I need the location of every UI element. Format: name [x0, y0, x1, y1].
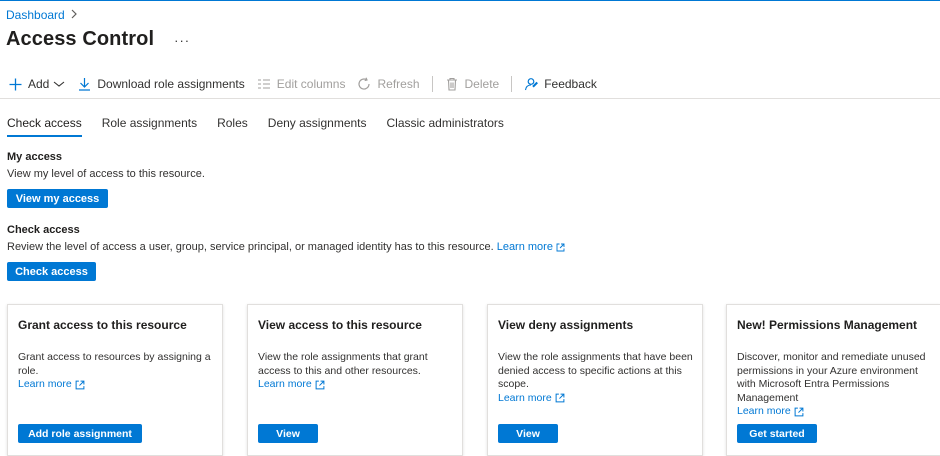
card-learn-more-link[interactable]: Learn more: [258, 378, 325, 392]
card-body: Discover, monitor and remediate unused p…: [737, 351, 933, 419]
learn-more-label: Learn more: [258, 378, 312, 390]
add-role-assignment-button[interactable]: Add role assignment: [18, 424, 142, 443]
edit-columns-button[interactable]: Edit columns: [257, 77, 346, 91]
delete-label: Delete: [464, 77, 500, 91]
tab-role-assignments[interactable]: Role assignments: [102, 116, 197, 137]
add-button[interactable]: Add: [8, 77, 65, 91]
view-deny-assignments-button[interactable]: View: [498, 424, 558, 443]
page-title: Access Control: [6, 28, 155, 50]
top-accent-line: [0, 0, 940, 1]
card-grant-access: Grant access to this resource Grant acce…: [7, 304, 223, 456]
card-learn-more-link[interactable]: Learn more: [18, 378, 85, 392]
download-icon: [77, 77, 91, 91]
more-options-button[interactable]: ···: [174, 33, 190, 48]
card-title: View access to this resource: [258, 318, 422, 332]
trash-icon: [445, 77, 459, 91]
toolbar-divider: [511, 76, 513, 92]
download-role-assignments-button[interactable]: Download role assignments: [77, 77, 245, 91]
card-permissions-management: New! Permissions Management Discover, mo…: [726, 304, 940, 456]
external-link-icon: [315, 380, 325, 390]
card-body: View the role assignments that grant acc…: [258, 351, 454, 392]
card-body: View the role assignments that have been…: [498, 351, 694, 405]
columns-icon: [257, 77, 271, 91]
download-label: Download role assignments: [97, 77, 245, 91]
check-access-title: Check access: [7, 224, 80, 236]
refresh-icon: [357, 77, 371, 91]
learn-more-label: Learn more: [737, 405, 791, 417]
view-access-button[interactable]: View: [258, 424, 318, 443]
get-started-button[interactable]: Get started: [737, 424, 817, 443]
my-access-title: My access: [7, 151, 63, 163]
card-body: Grant access to resources by assigning a…: [18, 351, 214, 392]
card-learn-more-link[interactable]: Learn more: [737, 405, 804, 419]
view-my-access-button[interactable]: View my access: [7, 189, 108, 208]
tab-deny-assignments[interactable]: Deny assignments: [268, 116, 367, 137]
plus-icon: [8, 77, 22, 91]
my-access-section: My access View my level of access to thi…: [7, 151, 205, 180]
card-learn-more-link[interactable]: Learn more: [498, 392, 565, 406]
card-title: Grant access to this resource: [18, 318, 187, 332]
breadcrumb: Dashboard: [6, 8, 78, 22]
tab-roles[interactable]: Roles: [217, 116, 248, 137]
card-description: Grant access to resources by assigning a…: [18, 351, 211, 377]
learn-more-label: Learn more: [496, 241, 553, 253]
my-access-desc: View my level of access to this resource…: [7, 168, 205, 180]
card-view-deny-assignments: View deny assignments View the role assi…: [487, 304, 703, 456]
card-title: New! Permissions Management: [737, 318, 918, 332]
add-label: Add: [28, 77, 50, 91]
delete-button[interactable]: Delete: [445, 77, 500, 91]
edit-columns-label: Edit columns: [276, 77, 346, 91]
breadcrumb-dashboard[interactable]: Dashboard: [6, 8, 65, 22]
card-description: View the role assignments that have been…: [498, 351, 693, 390]
check-access-desc-row: Review the level of access a user, group…: [7, 241, 565, 253]
card-description: Discover, monitor and remediate unused p…: [737, 351, 926, 404]
learn-more-label: Learn more: [18, 378, 72, 390]
external-link-icon: [794, 407, 804, 417]
command-bar: Add Download role assignments Edit colum…: [8, 74, 609, 94]
tab-classic-administrators[interactable]: Classic administrators: [387, 116, 504, 137]
feedback-icon: [524, 77, 539, 91]
check-access-section: Check access Review the level of access …: [7, 224, 565, 253]
toolbar-divider: [431, 76, 433, 92]
feedback-label: Feedback: [544, 77, 597, 91]
check-access-desc: Review the level of access a user, group…: [7, 241, 494, 253]
title-row: Access Control ···: [6, 28, 190, 51]
check-access-button[interactable]: Check access: [7, 262, 96, 281]
feedback-button[interactable]: Feedback: [524, 77, 597, 91]
refresh-label: Refresh: [377, 77, 420, 91]
card-description: View the role assignments that grant acc…: [258, 351, 428, 377]
external-link-icon: [556, 243, 565, 252]
learn-more-label: Learn more: [498, 391, 552, 404]
tab-bar: Check access Role assignments Roles Deny…: [7, 116, 524, 137]
card-view-access: View access to this resource View the ro…: [247, 304, 463, 456]
chevron-right-icon: [70, 8, 78, 22]
external-link-icon: [555, 393, 565, 403]
check-access-learn-more-link[interactable]: Learn more: [497, 241, 565, 253]
toolbar-divider-line: [0, 98, 940, 99]
card-title: View deny assignments: [498, 318, 634, 332]
refresh-button[interactable]: Refresh: [357, 77, 420, 91]
chevron-down-icon: [53, 80, 65, 88]
tab-check-access[interactable]: Check access: [7, 116, 82, 137]
external-link-icon: [75, 380, 85, 390]
